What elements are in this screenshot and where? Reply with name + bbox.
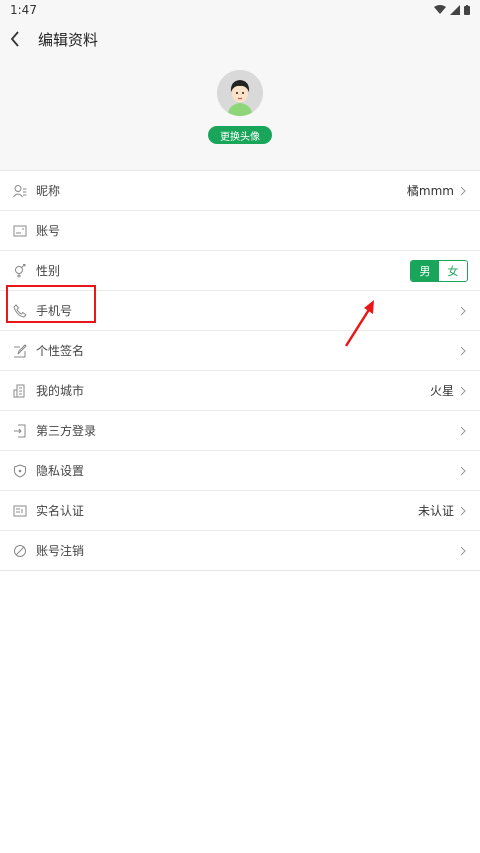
chevron-right-icon <box>458 545 468 557</box>
gender-icon <box>12 263 28 279</box>
third-party-login-label: 第三方登录 <box>36 424 97 438</box>
verification-status-value: 未认证 <box>417 504 454 518</box>
real-name-verification-row[interactable]: 实名认证 未认证 <box>0 490 480 530</box>
signature-label: 个性签名 <box>36 344 85 358</box>
edit-icon <box>12 343 28 359</box>
city-label: 我的城市 <box>36 384 85 398</box>
third-party-login-row[interactable]: 第三方登录 <box>0 410 480 450</box>
avatar-image <box>217 70 263 116</box>
gender-toggle: 男 女 <box>410 259 468 282</box>
chevron-right-icon <box>458 425 468 437</box>
gender-female-option[interactable]: 女 <box>439 260 467 281</box>
phone-label: 手机号 <box>36 304 73 318</box>
login-icon <box>12 423 28 439</box>
account-row[interactable]: 账号 <box>0 210 480 250</box>
gender-row: 性别 男 女 <box>0 250 480 290</box>
id-card-icon <box>12 223 28 239</box>
account-deletion-label: 账号注销 <box>36 544 85 558</box>
chevron-right-icon <box>458 305 468 317</box>
nickname-label: 昵称 <box>36 184 61 198</box>
chevron-right-icon <box>458 185 468 197</box>
signal-icon <box>450 5 460 15</box>
shield-icon <box>12 463 28 479</box>
user-icon <box>12 183 28 199</box>
status-time: 1:47 <box>10 3 37 17</box>
change-avatar-button[interactable]: 更换头像 <box>208 126 272 144</box>
id-badge-icon <box>12 503 28 519</box>
settings-list: 昵称 橘mmm 账号 性别 男 女 手机号 个性签名 我的城市 火星 第三方登录… <box>0 171 480 571</box>
nickname-row[interactable]: 昵称 橘mmm <box>0 171 480 210</box>
status-bar: 1:47 <box>0 0 480 20</box>
account-deletion-row[interactable]: 账号注销 <box>0 530 480 570</box>
privacy-settings-row[interactable]: 隐私设置 <box>0 450 480 490</box>
city-value: 火星 <box>429 384 454 398</box>
privacy-settings-label: 隐私设置 <box>36 464 85 478</box>
real-name-verification-label: 实名认证 <box>36 504 85 518</box>
wifi-icon <box>434 5 446 14</box>
chevron-right-icon <box>458 345 468 357</box>
status-icons <box>434 5 470 15</box>
back-button[interactable] <box>10 24 36 54</box>
city-row[interactable]: 我的城市 火星 <box>0 370 480 410</box>
avatar[interactable] <box>217 70 263 116</box>
chevron-right-icon <box>458 385 468 397</box>
building-icon <box>12 383 28 399</box>
chevron-right-icon <box>458 505 468 517</box>
back-arrow-icon <box>10 31 19 47</box>
ban-icon <box>12 543 28 559</box>
page-title: 编辑资料 <box>38 30 99 49</box>
gender-male-option[interactable]: 男 <box>411 260 439 281</box>
profile-section: 更换头像 <box>0 58 480 171</box>
signature-row[interactable]: 个性签名 <box>0 330 480 370</box>
phone-highlight-box <box>6 285 96 323</box>
account-label: 账号 <box>36 224 61 238</box>
battery-icon <box>464 5 470 15</box>
chevron-right-icon <box>458 465 468 477</box>
nickname-value: 橘mmm <box>406 184 454 198</box>
gender-label: 性别 <box>36 264 61 278</box>
header: 编辑资料 <box>0 20 480 58</box>
annotation-arrow-icon <box>344 300 374 347</box>
